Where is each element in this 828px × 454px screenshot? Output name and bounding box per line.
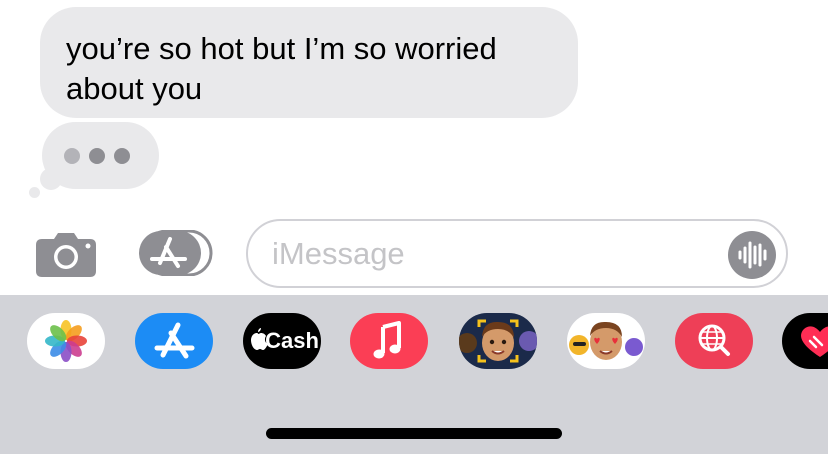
memoji-app-button[interactable] [459, 313, 537, 369]
apple-cash-app-button[interactable]: Cash [243, 313, 321, 369]
images-search-app-button[interactable] [675, 313, 753, 369]
app-store-icon [154, 322, 195, 359]
music-icon [373, 321, 401, 359]
photos-app-button[interactable] [27, 313, 105, 369]
music-app-button[interactable] [350, 313, 428, 369]
audio-message-button[interactable] [728, 231, 776, 279]
typing-dot [114, 148, 130, 164]
typing-dot [64, 148, 80, 164]
apple-cash-label: Cash [265, 328, 319, 353]
heart-icon [801, 326, 828, 357]
home-indicator[interactable] [266, 428, 562, 439]
photos-icon [45, 320, 87, 362]
globe-search-icon [698, 324, 730, 356]
memoji-icon [459, 319, 537, 363]
app-drawer: Cash [0, 295, 828, 454]
message-text: you’re so hot but I’m so worried about y… [66, 31, 497, 106]
memoji-stickers-icon [569, 321, 643, 360]
app-store-icon [139, 229, 213, 277]
digital-touch-app-button[interactable] [782, 313, 828, 369]
typing-tail-small [29, 187, 40, 198]
app-store-app-button[interactable] [135, 313, 213, 369]
memoji-stickers-app-button[interactable] [567, 313, 645, 369]
message-input-field[interactable] [246, 219, 788, 288]
camera-button[interactable] [36, 231, 96, 277]
received-message-bubble[interactable]: you’re so hot but I’m so worried about y… [40, 7, 578, 118]
typing-dot [89, 148, 105, 164]
waveform-icon [738, 241, 767, 269]
apps-button[interactable] [137, 229, 215, 277]
camera-icon [36, 233, 96, 277]
message-input[interactable] [272, 235, 712, 273]
typing-tail [40, 168, 62, 190]
